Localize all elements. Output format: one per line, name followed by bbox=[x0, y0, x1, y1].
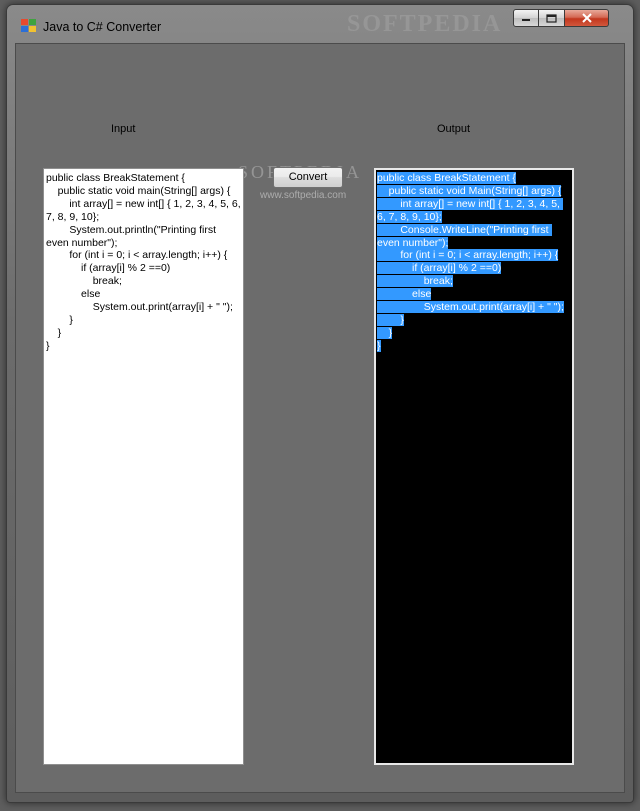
title-bar[interactable]: Java to C# Converter SOFTPEDIA bbox=[7, 5, 633, 39]
input-label: Input bbox=[111, 123, 136, 135]
output-label: Output bbox=[437, 123, 471, 135]
caption-buttons bbox=[513, 9, 609, 29]
output-code-textarea[interactable]: public class BreakStatement { public sta… bbox=[374, 168, 574, 765]
title-watermark: SOFTPEDIA bbox=[347, 11, 503, 37]
close-button[interactable] bbox=[565, 9, 609, 27]
close-icon bbox=[581, 13, 592, 23]
softpedia-url-watermark: www.softpedia.com bbox=[260, 190, 347, 201]
app-window: Java to C# Converter SOFTPEDIA Input Out… bbox=[6, 4, 634, 803]
client-area: Input Output SOFTPEDIA www.softpedia.com… bbox=[15, 43, 625, 793]
maximize-icon bbox=[546, 13, 557, 23]
input-code-textarea[interactable]: public class BreakStatement { public sta… bbox=[43, 168, 244, 765]
output-selected-text: public class BreakStatement { public sta… bbox=[377, 172, 564, 352]
window-title: Java to C# Converter bbox=[43, 20, 162, 34]
minimize-icon bbox=[522, 19, 530, 21]
convert-button[interactable]: Convert bbox=[273, 167, 343, 188]
maximize-button[interactable] bbox=[539, 9, 565, 27]
app-icon bbox=[21, 19, 37, 33]
minimize-button[interactable] bbox=[513, 9, 539, 27]
